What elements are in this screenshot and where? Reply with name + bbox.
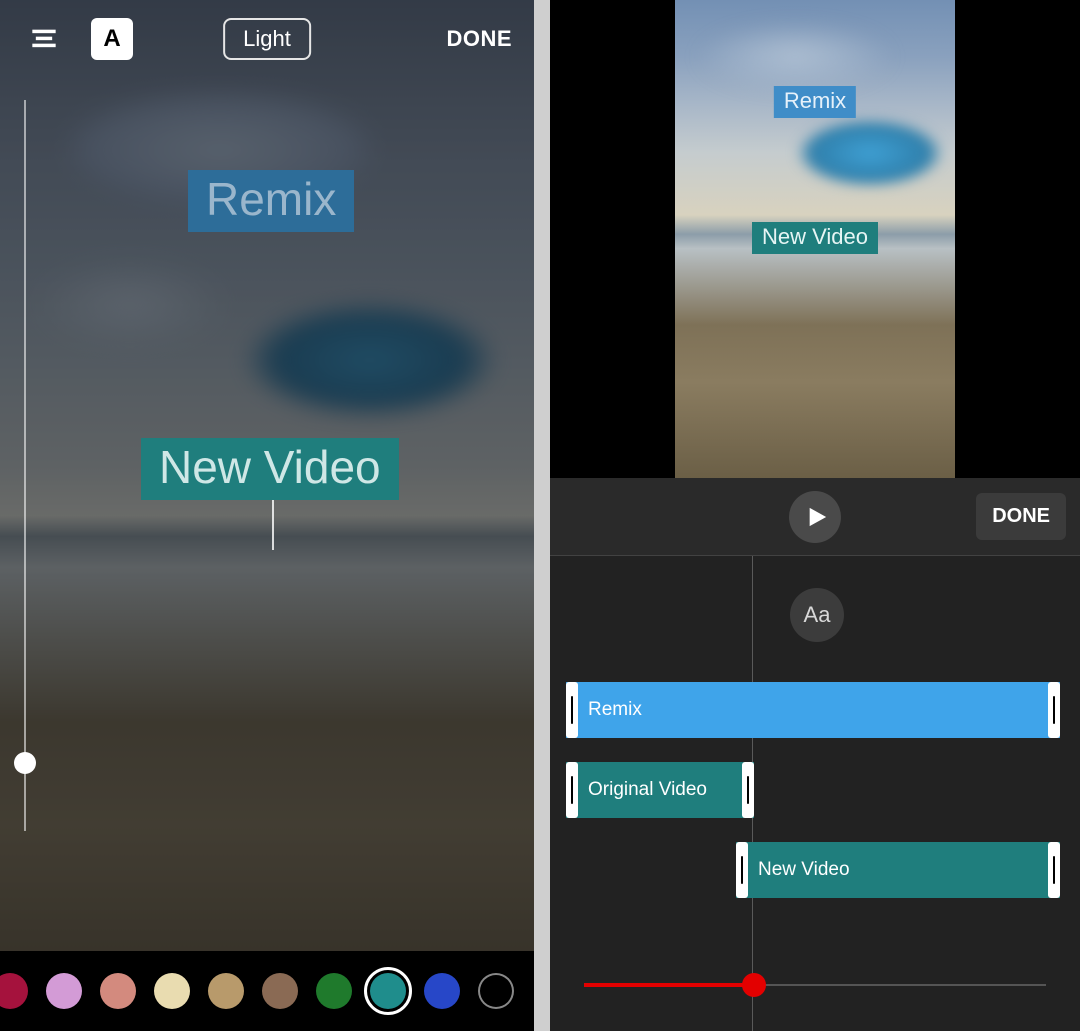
text-align-icon[interactable] — [22, 17, 66, 61]
track-row: Original Video — [550, 762, 1080, 818]
zoom-slider-track — [754, 984, 1046, 986]
color-swatch-brown[interactable] — [262, 973, 298, 1009]
clip-label: New Video — [758, 859, 850, 881]
text-background-toggle[interactable]: A — [91, 18, 133, 60]
font-style-button[interactable]: Light — [223, 18, 311, 60]
clip-remix[interactable]: Remix — [566, 682, 1060, 738]
done-button[interactable]: DONE — [976, 493, 1066, 540]
clip-label: Remix — [588, 699, 642, 721]
track-row: New Video — [550, 842, 1080, 898]
zoom-slider-fill — [584, 983, 754, 987]
add-text-chip[interactable]: Aa — [790, 588, 844, 642]
text-editor-panel: A Light DONE Remix New Video — [0, 0, 534, 1031]
clip-handle-right[interactable] — [1048, 842, 1060, 898]
color-swatch-tan[interactable] — [208, 973, 244, 1009]
timeline-panel: Remix New Video DONE Aa Remix Original — [550, 0, 1080, 1031]
text-toolbar: A Light DONE — [0, 0, 534, 78]
clip-handle-right[interactable] — [742, 762, 754, 818]
clip-handle-left[interactable] — [566, 762, 578, 818]
color-swatch-cream[interactable] — [154, 973, 190, 1009]
clip-handle-right[interactable] — [1048, 682, 1060, 738]
panel-divider — [534, 0, 550, 1031]
color-palette — [0, 951, 534, 1031]
color-swatch-blue[interactable] — [424, 973, 460, 1009]
clip-original-video[interactable]: Original Video — [566, 762, 754, 818]
clip-label: Original Video — [588, 779, 707, 801]
playback-controls: DONE — [550, 478, 1080, 556]
color-swatch-crimson[interactable] — [0, 973, 28, 1009]
preview-overlay-new-video: New Video — [752, 222, 878, 254]
text-cursor — [272, 500, 274, 550]
tracks-container: Remix Original Video New Video — [550, 682, 1080, 922]
color-swatch-salmon[interactable] — [100, 973, 136, 1009]
text-size-slider-track[interactable] — [24, 100, 26, 831]
text-size-slider-knob[interactable] — [14, 752, 36, 774]
clip-new-video[interactable]: New Video — [736, 842, 1060, 898]
clip-handle-left[interactable] — [566, 682, 578, 738]
clip-handle-left[interactable] — [736, 842, 748, 898]
color-swatch-orchid[interactable] — [46, 973, 82, 1009]
track-row: Remix — [550, 682, 1080, 738]
play-button[interactable] — [789, 491, 841, 543]
zoom-slider-knob[interactable] — [742, 973, 766, 997]
text-overlay-new-video[interactable]: New Video — [141, 438, 399, 500]
preview-overlay-remix: Remix — [774, 86, 856, 118]
color-swatch-teal[interactable] — [370, 973, 406, 1009]
text-background-toggle-label: A — [103, 25, 120, 53]
preview-area: Remix New Video — [550, 0, 1080, 478]
color-swatch-green[interactable] — [316, 973, 352, 1009]
color-swatch-black[interactable] — [478, 973, 514, 1009]
play-icon — [806, 506, 828, 528]
done-button[interactable]: DONE — [446, 26, 512, 52]
video-preview[interactable]: Remix New Video — [675, 0, 955, 478]
zoom-slider[interactable] — [584, 973, 1046, 997]
timeline[interactable]: Aa Remix Original Video New V — [550, 556, 1080, 1031]
text-overlay-remix[interactable]: Remix — [188, 170, 354, 232]
